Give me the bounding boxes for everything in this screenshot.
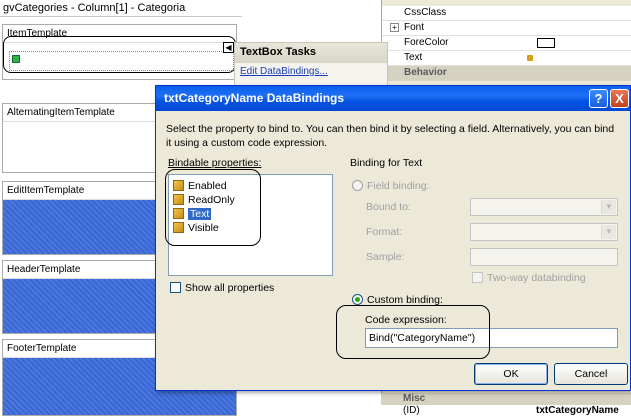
expand-icon[interactable]: + <box>390 23 399 32</box>
bindable-properties-highlight <box>165 169 261 246</box>
bound-to-label: Bound to: <box>366 201 411 213</box>
format-select[interactable]: ▼ <box>470 223 618 241</box>
prop-row-text[interactable]: Text <box>382 51 631 66</box>
ok-button[interactable]: OK <box>474 363 548 385</box>
prop-row-cssclass[interactable]: CssClass <box>382 6 631 21</box>
radio-circle[interactable] <box>352 294 363 305</box>
close-button[interactable]: X <box>610 89 629 108</box>
field-binding-radio[interactable]: Field binding: <box>352 180 429 192</box>
category-misc[interactable]: Misc <box>381 393 631 405</box>
show-all-properties-checkbox[interactable]: Show all properties <box>170 282 274 294</box>
chevron-down-icon[interactable]: ▼ <box>601 200 616 214</box>
checkbox-box[interactable] <box>170 282 181 293</box>
chevron-down-icon[interactable]: ▼ <box>601 225 616 239</box>
tasks-header: TextBox Tasks <box>235 43 387 63</box>
prop-row-forecolor[interactable]: ForeColor <box>382 36 631 51</box>
prop-row-id[interactable]: (ID) txtCategoryName <box>381 405 631 416</box>
category-behavior[interactable]: Behavior <box>382 66 631 81</box>
code-expression-highlight <box>336 305 490 359</box>
help-button[interactable]: ? <box>589 89 608 108</box>
dialog-title: txtCategoryName DataBindings <box>156 86 630 111</box>
format-label: Format: <box>366 226 403 238</box>
designer-title: gvCategories - Column[1] - Categoria <box>0 0 242 17</box>
bindable-properties-label: Bindable properties: <box>168 157 262 169</box>
edit-databindings-link[interactable]: Edit DataBindings... <box>235 63 387 80</box>
checkbox-box[interactable] <box>472 272 483 283</box>
databound-icon <box>527 55 533 61</box>
databindings-dialog: txtCategoryName DataBindings ? X Select … <box>155 85 631 391</box>
item-template-highlight <box>3 36 236 73</box>
color-swatch <box>537 38 555 48</box>
textbox-tasks-panel: TextBox Tasks Edit DataBindings... <box>234 42 388 90</box>
sample-field <box>470 248 618 266</box>
sample-label: Sample: <box>366 251 405 263</box>
cancel-button[interactable]: Cancel <box>554 363 628 385</box>
prop-row-font[interactable]: + Font <box>382 21 631 36</box>
two-way-databinding-checkbox[interactable]: Two-way databinding <box>472 272 586 284</box>
binding-for-label: Binding for Text <box>350 157 423 169</box>
radio-circle[interactable] <box>352 180 363 191</box>
bound-to-select[interactable]: ▼ <box>470 198 618 216</box>
dialog-description: Select the property to bind to. You can … <box>166 123 615 149</box>
